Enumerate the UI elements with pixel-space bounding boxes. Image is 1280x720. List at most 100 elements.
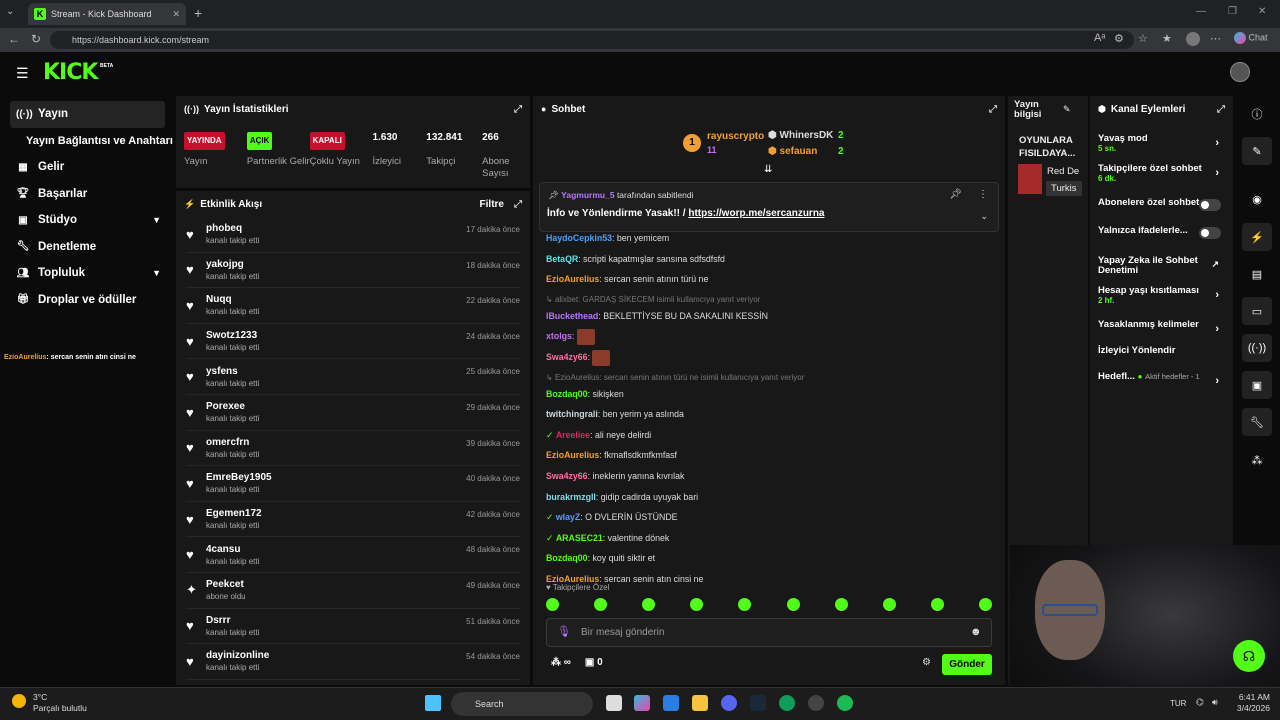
- activity-user[interactable]: yakojpg: [206, 259, 259, 270]
- activity-user[interactable]: Porexee: [206, 401, 259, 412]
- support-headset-icon[interactable]: ☊: [1233, 640, 1265, 672]
- notes-icon[interactable]: ▤: [1242, 260, 1272, 288]
- activity-user[interactable]: Egemen172: [206, 508, 262, 519]
- list-item[interactable]: ♥ 4cansu kanalı takip etti 48 dakika önc…: [186, 537, 520, 573]
- activity-user[interactable]: EmreBey1905: [206, 472, 272, 483]
- pinned-link[interactable]: https://worp.me/sercanzurna: [688, 208, 824, 219]
- chat-username[interactable]: HaydoCepkin53: [546, 233, 612, 243]
- list-item[interactable]: ♥ Swotz1233 kanalı takip etti 24 dakika …: [186, 324, 520, 360]
- leader-2-name[interactable]: ⬢ WhinersDK: [768, 130, 833, 141]
- tab-list-icon[interactable]: ⌄: [6, 6, 14, 17]
- chat-username[interactable]: wlayZ: [556, 512, 580, 522]
- sidebar-item-basarilar[interactable]: 🏆︎ Başarılar: [0, 181, 175, 208]
- points-icon[interactable]: ⁂: [551, 657, 561, 668]
- activity-user[interactable]: Dsrrr: [206, 615, 259, 626]
- send-button[interactable]: Gönder: [942, 654, 992, 675]
- unpin-icon[interactable]: 📌︎: [949, 189, 962, 200]
- task-view-icon[interactable]: [606, 695, 622, 711]
- channel-action-item[interactable]: İzleyici Yönlendir: [1090, 346, 1233, 356]
- channel-action-item[interactable]: Hedefl... ● Aktif hedefler - 1 ›: [1090, 372, 1233, 388]
- list-item[interactable]: ♥ Dsrrr kanalı takip etti 51 dakika önce: [186, 609, 520, 645]
- chat-username[interactable]: lBuckethead: [546, 311, 598, 321]
- store-icon[interactable]: [663, 695, 679, 711]
- leader-3-name[interactable]: ⬢ sefauan: [768, 146, 817, 157]
- emote-icon[interactable]: [642, 598, 656, 611]
- chat-username[interactable]: EzioAurelius: [546, 450, 599, 460]
- chat-username[interactable]: twitchingrali: [546, 409, 598, 419]
- emote-icon[interactable]: [594, 598, 608, 611]
- chat-username[interactable]: xtolgs: [546, 331, 572, 341]
- list-item[interactable]: ♥ ysfens kanalı takip etti 25 dakika önc…: [186, 359, 520, 395]
- taskbar-search[interactable]: Search: [451, 692, 593, 716]
- emote-icon[interactable]: [738, 598, 752, 611]
- toggle-switch[interactable]: [1199, 227, 1221, 239]
- explorer-icon[interactable]: [692, 695, 708, 711]
- sidebar-item-droplar[interactable]: 🎁︎ Droplar ve ödüller: [0, 287, 175, 314]
- channel-action-item[interactable]: Yavaş mod 5 sn. ›: [1090, 134, 1233, 154]
- bolt-icon[interactable]: ⚡: [1242, 223, 1272, 251]
- list-item[interactable]: ♥ Nuqq kanalı takip etti 22 dakika önce: [186, 288, 520, 324]
- expand-icon[interactable]: ⤢: [1217, 104, 1225, 115]
- edit-icon[interactable]: ✎: [1242, 137, 1272, 165]
- steam-icon[interactable]: [750, 695, 766, 711]
- share-icon[interactable]: ⁂: [1242, 446, 1272, 474]
- expand-icon[interactable]: ⤢: [514, 104, 522, 115]
- sidebar-item-denetleme[interactable]: 🔧︎ Denetleme: [0, 234, 175, 261]
- list-item[interactable]: ♥ yakojpg kanalı takip etti 18 dakika ön…: [186, 253, 520, 289]
- edge-icon[interactable]: [779, 695, 795, 711]
- avatar[interactable]: [1230, 62, 1250, 82]
- copilot-icon[interactable]: [634, 695, 650, 711]
- chat-username[interactable]: ARASEC21: [556, 533, 603, 543]
- network-icon[interactable]: ⌬: [1196, 697, 1204, 708]
- sidebar-item-topluluk[interactable]: 👥︎ Topluluk ▼: [0, 260, 175, 287]
- list-item[interactable]: ♥ EmreBey1905 kanalı takip etti 40 dakik…: [186, 466, 520, 502]
- windows-start-icon[interactable]: [425, 695, 441, 711]
- read-aloud-icon[interactable]: Aᵃ: [1094, 32, 1105, 44]
- microphone-icon[interactable]: 🎙︎: [557, 625, 571, 638]
- browser-tab[interactable]: K Stream - Kick Dashboard ✕: [28, 3, 186, 25]
- camera-icon[interactable]: ◉: [1242, 185, 1272, 213]
- expand-icon[interactable]: ⤢: [514, 199, 522, 210]
- obs-icon[interactable]: [808, 695, 824, 711]
- back-icon[interactable]: ←: [8, 32, 20, 46]
- channel-action-item[interactable]: Hesap yaşı kısıtlaması 2 hf. ›: [1090, 286, 1233, 306]
- minimize-icon[interactable]: —: [1196, 6, 1206, 17]
- close-tab-icon[interactable]: ✕: [172, 9, 180, 20]
- emote-icon[interactable]: [930, 598, 944, 611]
- weather-widget[interactable]: 3°C Parçalı bulutlu: [33, 692, 87, 714]
- chat-username[interactable]: Areeliee: [556, 430, 590, 440]
- sidebar-item-studyo[interactable]: ▣ Stüdyo ▼: [0, 207, 175, 234]
- chat-username[interactable]: EzioAurelius: [546, 274, 599, 284]
- chat-settings-icon[interactable]: ⚙: [922, 657, 931, 668]
- emote-icon[interactable]: [546, 598, 559, 611]
- activity-user[interactable]: Nuqq: [206, 294, 259, 305]
- chat-username[interactable]: Bozdaq00: [546, 389, 588, 399]
- more-options-icon[interactable]: ⋮: [978, 189, 988, 200]
- broadcast-icon[interactable]: ((·)): [1242, 334, 1272, 362]
- list-item[interactable]: ✦ Peekcet abone oldu 49 dakika önce: [186, 573, 520, 609]
- channel-action-item[interactable]: Yalnızca ifadelerle...: [1090, 226, 1233, 239]
- chat-username[interactable]: BetaQR: [546, 254, 578, 264]
- wrench-icon[interactable]: 🔧︎: [1242, 408, 1272, 436]
- toggle-switch[interactable]: [1199, 199, 1221, 211]
- activity-user[interactable]: Peekcet: [206, 579, 246, 590]
- channel-action-item[interactable]: Abonelere özel sohbet: [1090, 198, 1233, 211]
- copilot-chat-button[interactable]: Chat: [1234, 32, 1268, 44]
- chat-bubble-icon[interactable]: ▭: [1242, 297, 1272, 325]
- taskbar-clock[interactable]: 6:41 AM 3/4/2026: [1232, 692, 1270, 714]
- emote-icon[interactable]: [834, 598, 848, 611]
- favorite-star-icon[interactable]: ☆: [1138, 32, 1148, 45]
- channel-action-item[interactable]: Yapay Zeka ile Sohbet Denetimi ↗: [1090, 256, 1233, 276]
- gift-icon[interactable]: ▣: [585, 657, 594, 668]
- language-indicator[interactable]: TUR: [1170, 699, 1186, 708]
- emote-icon[interactable]: [690, 598, 704, 611]
- more-icon[interactable]: ⋯: [1210, 32, 1221, 45]
- list-item[interactable]: ♥ omercfrn kanalı takip etti 39 dakika ö…: [186, 431, 520, 467]
- url-input[interactable]: https://dashboard.kick.com/stream: [50, 31, 1134, 49]
- new-tab-icon[interactable]: +: [194, 5, 202, 21]
- activity-user[interactable]: phobeq: [206, 223, 259, 234]
- expand-icon[interactable]: ⤢: [989, 104, 997, 115]
- list-item[interactable]: ♥ phobeq kanalı takip etti 17 dakika önc…: [186, 217, 520, 253]
- emote-icon[interactable]: [978, 598, 992, 611]
- edit-icon[interactable]: ✎: [1063, 104, 1071, 115]
